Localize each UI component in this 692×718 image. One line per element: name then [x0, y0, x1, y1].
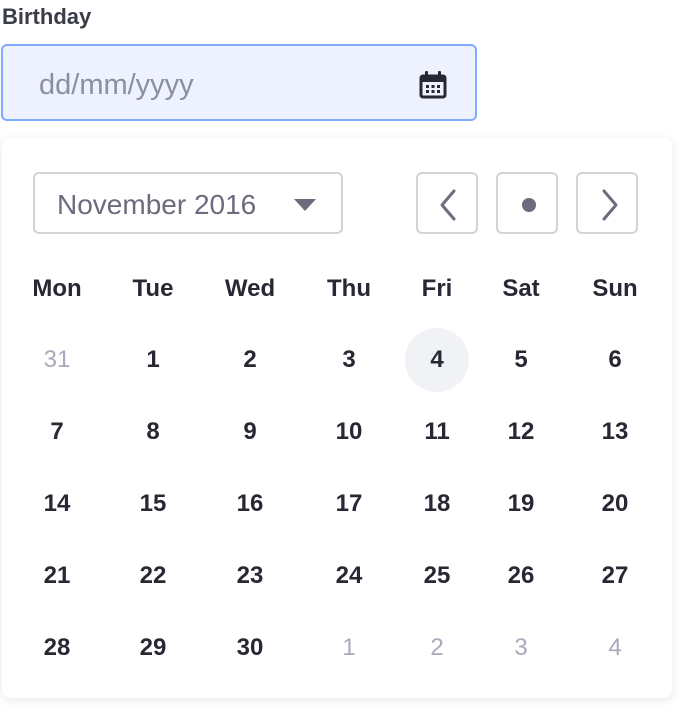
birthday-input[interactable]	[37, 64, 401, 106]
day-cell[interactable]: 6	[583, 328, 647, 392]
day-cell[interactable]: 12	[489, 400, 553, 464]
day-cell[interactable]: 1	[121, 328, 185, 392]
day-cell[interactable]: 20	[583, 472, 647, 536]
day-cell[interactable]: 29	[121, 616, 185, 680]
day-cell-outside-month[interactable]: 2	[405, 616, 469, 680]
previous-month-button[interactable]	[416, 172, 478, 234]
chevron-right-icon	[602, 189, 618, 221]
day-cell[interactable]: 13	[583, 400, 647, 464]
day-cell[interactable]: 17	[317, 472, 381, 536]
weekday-label: Sun	[592, 275, 638, 302]
date-picker-popover: November 2016 Mon Tue Wed Thu Fri Sat Sun 31 1 2…	[2, 138, 672, 698]
day-cell-outside-month[interactable]: 1	[317, 616, 381, 680]
caret-down-icon	[294, 199, 316, 211]
day-cell[interactable]: 26	[489, 544, 553, 608]
day-cell[interactable]: 25	[405, 544, 469, 608]
birthday-date-field[interactable]	[1, 44, 477, 121]
day-cell[interactable]: 28	[25, 616, 89, 680]
weekday-label: Sat	[502, 275, 540, 302]
day-cell[interactable]: 24	[317, 544, 381, 608]
day-cell[interactable]: 5	[489, 328, 553, 392]
month-year-select[interactable]: November 2016	[33, 172, 343, 234]
day-cell-today[interactable]: 4	[405, 328, 469, 392]
day-cell[interactable]: 30	[218, 616, 282, 680]
day-cell-outside-month[interactable]: 4	[583, 616, 647, 680]
weekday-label: Mon	[32, 275, 82, 302]
day-cell-outside-month[interactable]: 31	[25, 328, 89, 392]
day-cell[interactable]: 27	[583, 544, 647, 608]
day-cell[interactable]: 8	[121, 400, 185, 464]
birthday-label: Birthday	[2, 4, 92, 29]
day-cell[interactable]: 10	[317, 400, 381, 464]
day-cell[interactable]: 11	[405, 400, 469, 464]
dot-icon	[522, 198, 536, 212]
day-cell[interactable]: 18	[405, 472, 469, 536]
day-cell[interactable]: 7	[25, 400, 89, 464]
day-cell[interactable]: 16	[218, 472, 282, 536]
day-cell[interactable]: 9	[218, 400, 282, 464]
calendar-icon[interactable]	[417, 68, 449, 100]
weekday-label: Fri	[421, 275, 453, 302]
day-cell[interactable]: 19	[489, 472, 553, 536]
weekday-label: Thu	[327, 275, 371, 302]
today-button[interactable]	[496, 172, 558, 234]
day-cell[interactable]: 22	[121, 544, 185, 608]
day-cell[interactable]: 21	[25, 544, 89, 608]
weekday-label: Tue	[132, 275, 174, 302]
day-cell-outside-month[interactable]: 3	[489, 616, 553, 680]
weekday-label: Wed	[224, 275, 276, 302]
day-cell[interactable]: 14	[25, 472, 89, 536]
day-cell[interactable]: 15	[121, 472, 185, 536]
day-cell[interactable]: 3	[317, 328, 381, 392]
chevron-left-icon	[440, 189, 456, 221]
month-year-label: November 2016	[57, 189, 257, 220]
day-cell[interactable]: 2	[218, 328, 282, 392]
day-cell[interactable]: 23	[218, 544, 282, 608]
next-month-button[interactable]	[576, 172, 638, 234]
